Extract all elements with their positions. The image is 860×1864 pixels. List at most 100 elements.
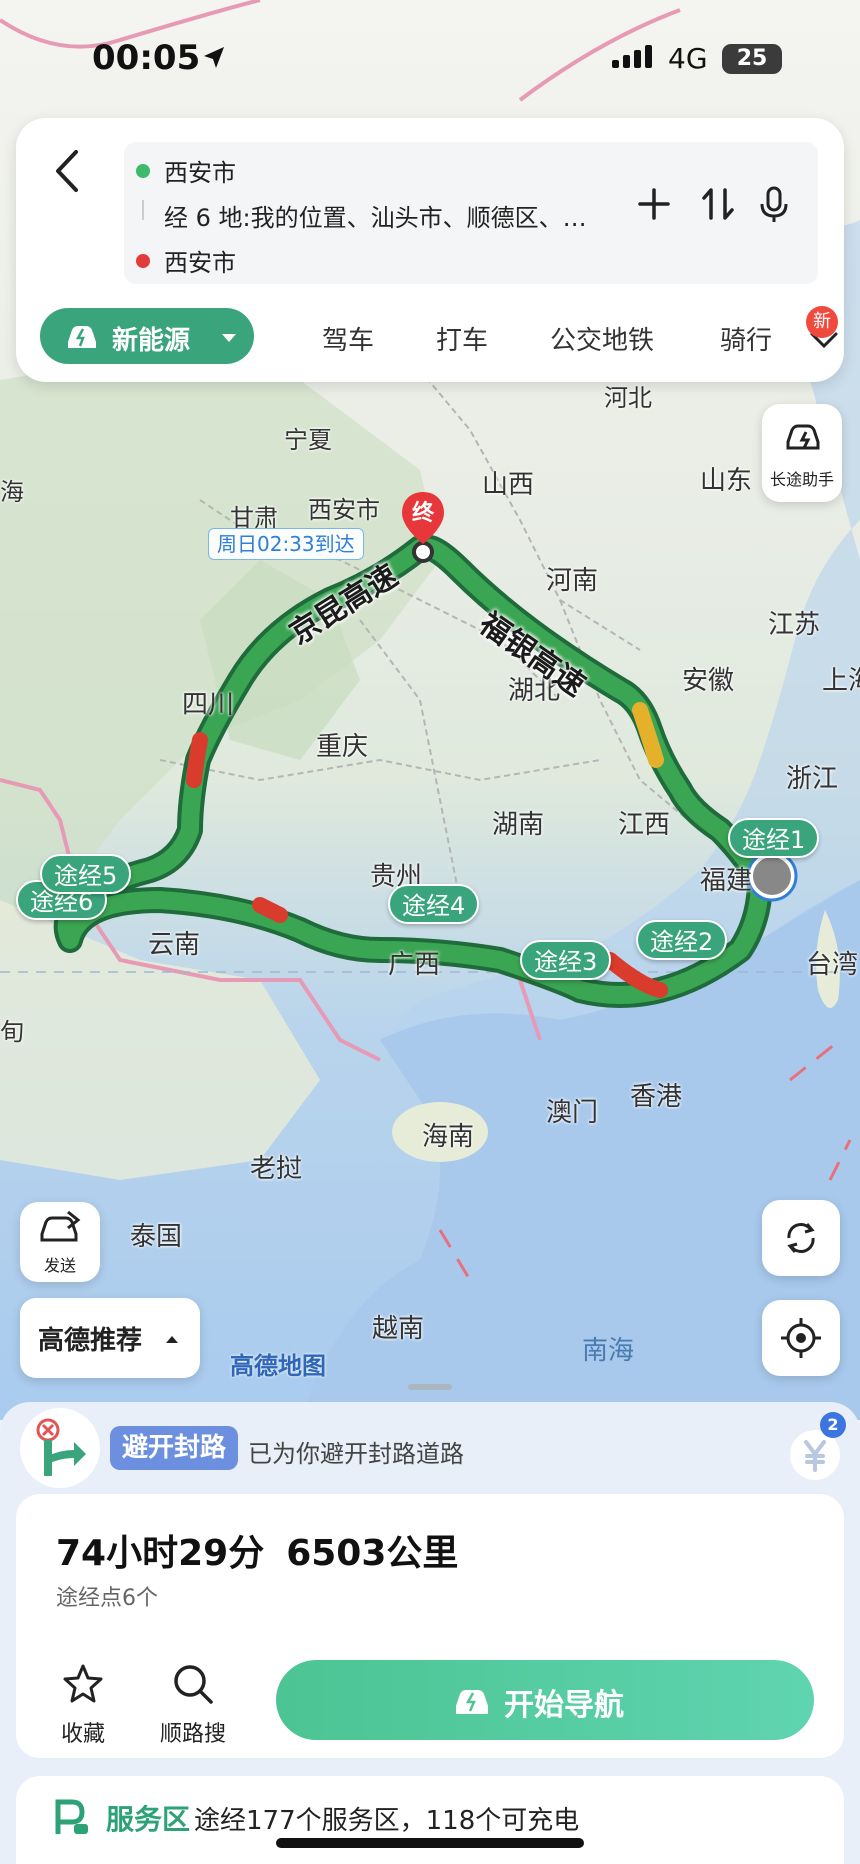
- search-icon: [174, 1665, 213, 1704]
- back-arrow-icon[interactable]: [46, 144, 90, 198]
- map-label: 山西: [482, 470, 535, 500]
- start-text: 西安市: [164, 159, 236, 187]
- map-label: 海: [0, 478, 24, 506]
- tab-cycling[interactable]: 骑行: [720, 320, 772, 357]
- search-along-button[interactable]: 顺路搜: [148, 1662, 238, 1747]
- amap-logo: 高德地图: [230, 1352, 326, 1380]
- map-label: 宁夏: [284, 426, 332, 454]
- new-badge: 新: [806, 306, 838, 338]
- map-label: 香港: [630, 1082, 683, 1112]
- caret-up-icon: [166, 1336, 178, 1343]
- waypoint-1[interactable]: 途经1: [728, 818, 820, 858]
- road-closure-notice[interactable]: 避开封路 已为你避开封路道路: [20, 1408, 840, 1490]
- road-closure-text: 已为你避开封路道路: [248, 1440, 464, 1468]
- location-arrow-icon: [204, 47, 224, 68]
- end-marker-icon[interactable]: 终: [400, 490, 446, 546]
- waypoint-5[interactable]: 途经5: [40, 854, 132, 894]
- send-to-car-button[interactable]: 发送: [20, 1202, 100, 1282]
- map-label: 西安市: [308, 496, 380, 524]
- end-field[interactable]: 西安市: [124, 236, 724, 282]
- end-text: 西安市: [164, 249, 236, 277]
- car-icon: [786, 424, 820, 450]
- route-preference-dropdown[interactable]: 高德推荐: [20, 1298, 200, 1378]
- map-label: 四川: [182, 690, 235, 720]
- send-car-icon: [40, 1210, 81, 1242]
- ev-car-icon: [68, 326, 96, 348]
- mode-tabs: 新能源 驾车 打车 公交地铁 骑行: [40, 308, 840, 364]
- start-dot-icon: [136, 164, 150, 178]
- refresh-route-button[interactable]: [762, 1200, 840, 1276]
- map-label: 江苏: [768, 610, 821, 640]
- divider: [142, 200, 144, 220]
- tab-drive[interactable]: 驾车: [322, 320, 374, 357]
- route-duration: 74小时29分: [56, 1533, 265, 1574]
- map-label: 云南: [148, 930, 201, 960]
- map-label: 福建: [700, 866, 753, 896]
- start-navigation-button[interactable]: 开始导航: [276, 1660, 814, 1740]
- swap-icon[interactable]: [696, 182, 740, 226]
- favorite-label: 收藏: [60, 1722, 105, 1747]
- long-trip-assistant-button[interactable]: 长途助手: [762, 404, 842, 502]
- parking-icon: [55, 1799, 88, 1834]
- start-navigation-label: 开始导航: [504, 1688, 624, 1723]
- tab-new-energy[interactable]: 新能源: [40, 308, 254, 364]
- route-input-card: 西安市 经 6 地:我的位置、汕头市、顺德区、… 西安市 新能源 驾车 打车 公…: [16, 118, 844, 382]
- status-time: 00:05: [92, 38, 201, 78]
- tab-transit[interactable]: 公交地铁: [550, 320, 654, 357]
- route-preference-label: 高德推荐: [38, 1326, 143, 1356]
- microphone-icon[interactable]: [752, 182, 796, 226]
- end-dot-icon: [136, 254, 150, 268]
- map-label: 河南: [546, 566, 599, 596]
- home-indicator[interactable]: [276, 1838, 584, 1848]
- status-bar: 00:05 4G 25: [0, 0, 860, 110]
- end-marker-label: 终: [412, 500, 435, 526]
- waypoint-count: 途经点6个: [56, 1586, 158, 1611]
- waypoint-3[interactable]: 途经3: [520, 940, 612, 980]
- refresh-icon: [787, 1223, 815, 1253]
- sheet-drag-handle[interactable]: [408, 1384, 452, 1390]
- route-summary: 74小时29分 6503公里: [56, 1524, 458, 1576]
- map-label: 江西: [618, 810, 671, 840]
- road-closure-icon: [20, 1408, 100, 1488]
- via-text: 经 6 地:我的位置、汕头市、顺德区、…: [164, 204, 587, 232]
- tab-new-energy-label: 新能源: [112, 326, 191, 356]
- route-distance: 6503公里: [286, 1533, 459, 1574]
- route-summary-card: 74小时29分 6503公里 途经点6个 收藏 顺路搜 开始导航: [16, 1494, 844, 1758]
- map-label: 海南: [422, 1122, 475, 1152]
- locate-me-button[interactable]: [762, 1300, 840, 1376]
- map-label: 浙江: [786, 764, 839, 794]
- battery-icon: 25: [722, 44, 782, 74]
- favorite-button[interactable]: 收藏: [38, 1662, 128, 1747]
- map-label: 广西: [388, 950, 441, 980]
- network-type: 4G: [668, 42, 708, 75]
- map-label: 澳门: [546, 1098, 599, 1128]
- caret-down-icon: [222, 334, 236, 342]
- service-area-tag: 服务区: [106, 1803, 191, 1836]
- road-closure-tag: 避开封路: [110, 1426, 239, 1470]
- ev-car-icon: [456, 1690, 488, 1714]
- waypoint-4[interactable]: 途经4: [388, 884, 480, 924]
- signal-icon: [612, 45, 652, 68]
- map-label: 旬: [0, 1018, 24, 1046]
- map-label: 越南: [372, 1314, 425, 1344]
- via-field[interactable]: 经 6 地:我的位置、汕头市、顺德区、…: [124, 190, 624, 236]
- arrival-time-tag: 周日02:33到达: [208, 528, 364, 560]
- waypoint-2[interactable]: 途经2: [636, 920, 728, 960]
- map-label: 重庆: [316, 732, 369, 762]
- service-area-text: 途经177个服务区，118个可充电: [194, 1806, 580, 1836]
- tab-taxi[interactable]: 打车: [436, 320, 488, 357]
- map-label: 山东: [700, 466, 753, 496]
- map-label: 湖南: [492, 810, 545, 840]
- add-waypoint-icon[interactable]: [632, 182, 676, 226]
- search-along-label: 顺路搜: [159, 1722, 226, 1747]
- route-inputs: 西安市 经 6 地:我的位置、汕头市、顺德区、… 西安市: [124, 142, 818, 284]
- star-icon: [63, 1664, 103, 1703]
- map-label: 上海: [822, 666, 860, 696]
- battery-level: 25: [736, 46, 768, 71]
- map-label: 安徽: [682, 666, 735, 696]
- map-label: 老挝: [250, 1154, 303, 1184]
- toll-count-badge: 2: [820, 1412, 846, 1438]
- map-label: 台湾: [806, 950, 859, 980]
- map-label: 河北: [604, 384, 652, 412]
- service-area-bar[interactable]: 服务区 途经177个服务区，118个可充电: [16, 1776, 844, 1864]
